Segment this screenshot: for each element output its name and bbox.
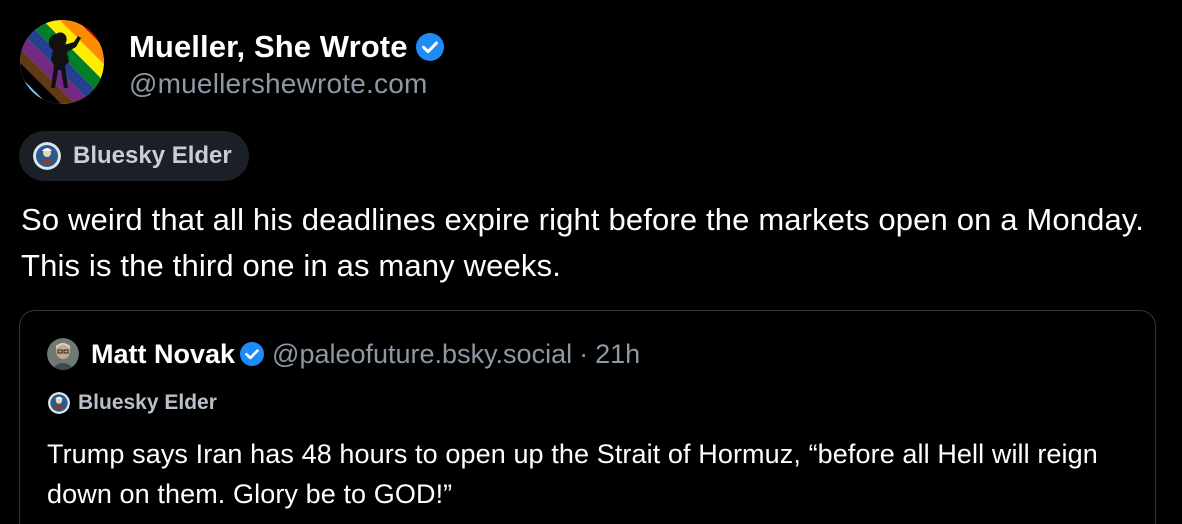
quoted-post-card[interactable]: Matt Novak @paleofuture.bsky.social · 21… [19,310,1156,524]
meta-separator: · [579,338,589,369]
quoted-post-header: Matt Novak @paleofuture.bsky.social · 21… [47,337,640,371]
author-avatar[interactable] [20,20,104,104]
post-body-text: So weird that all his deadlines expire r… [21,202,1145,283]
elder-badge-icon [48,392,70,414]
quoted-author-name[interactable]: Matt Novak [91,339,235,370]
profile-photo-avatar-icon [47,338,79,370]
author-display-name[interactable]: Mueller, She Wrote [129,29,408,65]
verified-check-icon[interactable] [240,342,265,366]
post-author-row[interactable]: Mueller, She Wrote @muellershewrote.com [20,20,444,104]
author-meta: Mueller, She Wrote @muellershewrote.com [129,25,444,100]
quoted-post-timestamp[interactable]: 21h [595,339,640,370]
rainbow-silhouette-avatar-icon [20,20,104,104]
elder-badge-icon [33,142,61,170]
quoted-post-body-text: Trump says Iran has 48 hours to open up … [47,439,1098,509]
elder-badge-label: Bluesky Elder [73,142,232,169]
author-handle[interactable]: @muellershewrote.com [129,68,444,100]
quoted-author-handle[interactable]: @paleofuture.bsky.social [272,339,572,370]
post-container: Mueller, She Wrote @muellershewrote.com [0,0,1182,524]
verified-check-icon[interactable] [415,32,444,61]
quoted-elder-badge-label: Bluesky Elder [78,391,217,414]
quoted-author-avatar[interactable] [47,338,79,370]
author-name-line: Mueller, She Wrote [129,25,444,69]
elder-badge[interactable]: Bluesky Elder [19,131,249,181]
quoted-elder-badge[interactable]: Bluesky Elder [48,391,217,415]
